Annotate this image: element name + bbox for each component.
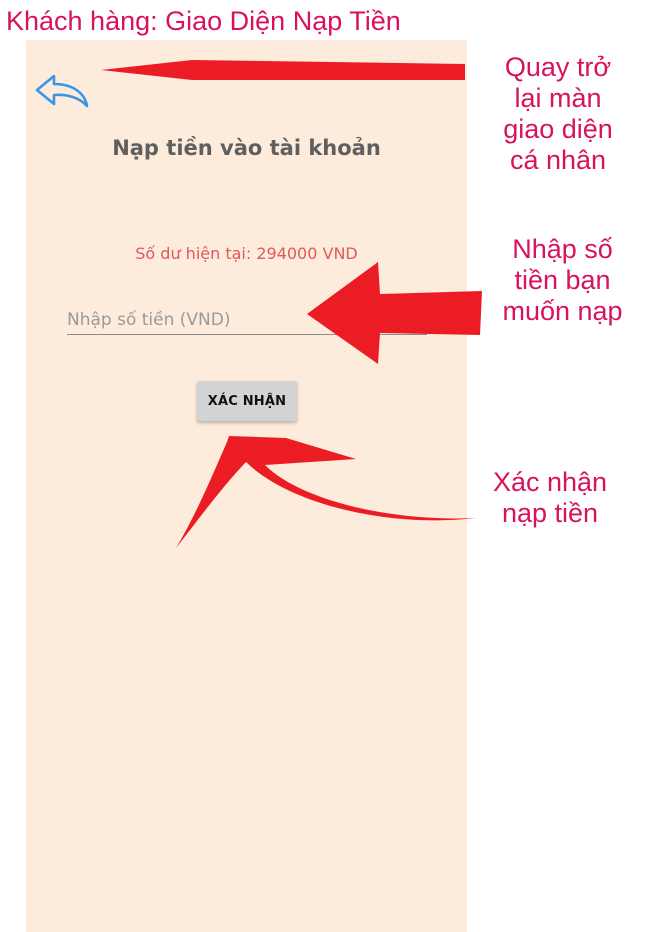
annotation-confirm-button: Xác nhận nạp tiền [468, 467, 632, 529]
page-title: Nạp tiền vào tài khoản [112, 136, 381, 160]
annotation-line: Quay trở [504, 52, 612, 82]
annotation-back-button: Quay trở lại màn giao diện cá nhân [478, 52, 638, 176]
annotation-line: muốn nạp [502, 296, 623, 326]
annotation-line: lại màn [514, 83, 602, 113]
annotation-line: nạp tiền [501, 498, 599, 528]
annotation-line: cá nhân [509, 145, 607, 175]
annotation-line: tiền bạn [514, 265, 611, 295]
amount-input[interactable] [67, 306, 427, 335]
screen-caption: Khách hàng: Giao Diện Nạp Tiền [6, 6, 401, 36]
phone-screen [26, 40, 467, 932]
undo-arrow-icon [35, 74, 89, 108]
annotation-line: giao diện [503, 114, 613, 144]
annotation-line: Nhập số [512, 234, 613, 264]
current-balance: Số dư hiện tại: 294000 VND [135, 244, 358, 263]
confirm-button[interactable]: XÁC NHẬN [197, 381, 297, 421]
back-button[interactable] [30, 68, 94, 112]
annotation-amount-input: Nhập số tiền bạn muốn nạp [478, 234, 647, 327]
annotation-line: Xác nhận [492, 467, 608, 497]
